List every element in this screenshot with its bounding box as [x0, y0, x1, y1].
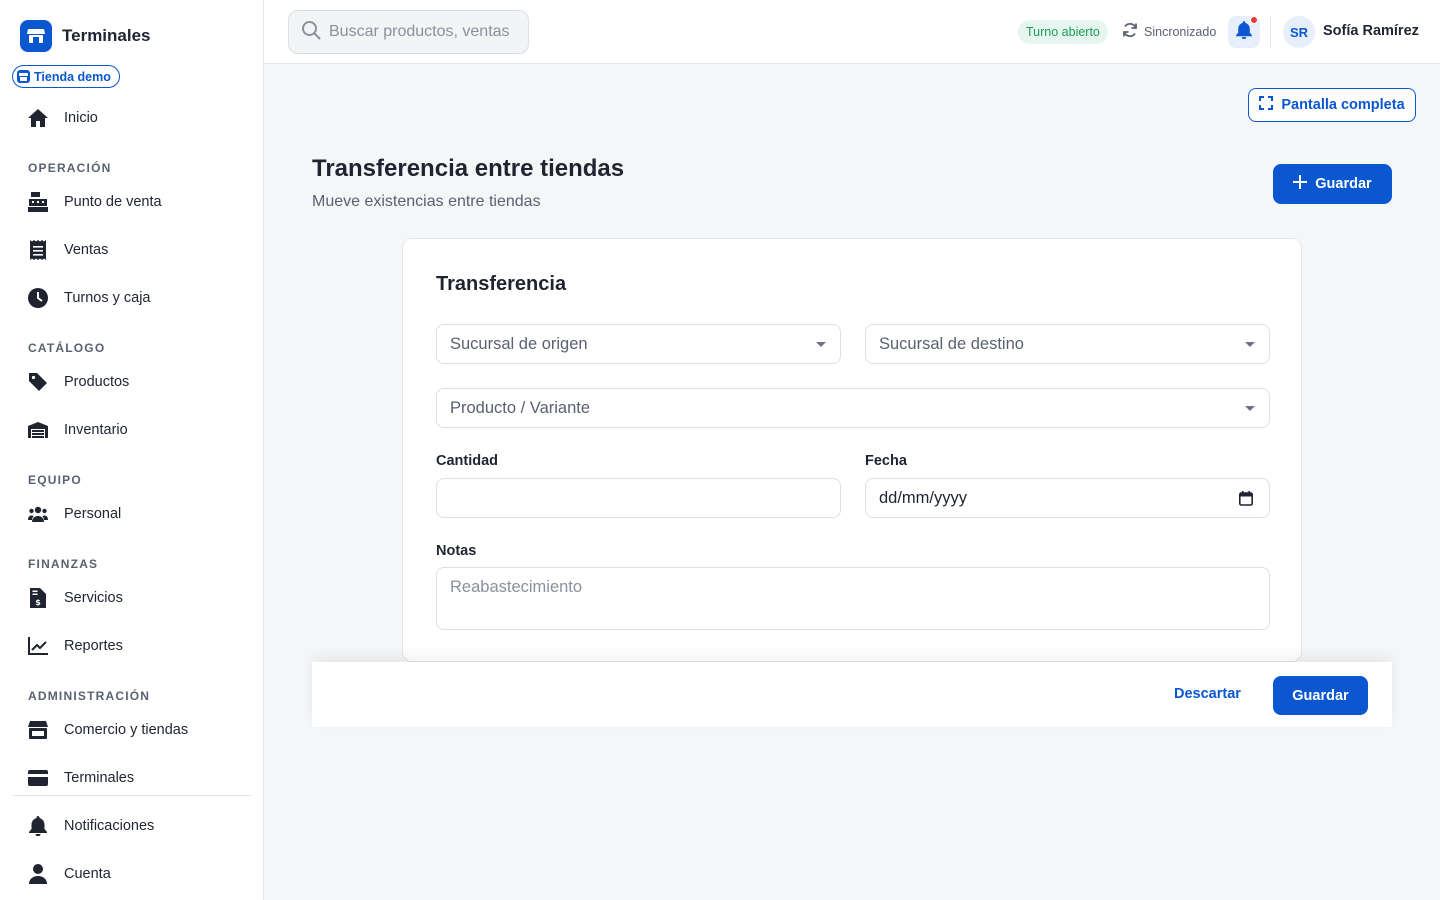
sidebar-item-turnos-y-caja[interactable]: Turnos y caja	[28, 286, 151, 310]
notifications-button[interactable]	[1228, 16, 1260, 48]
save-button[interactable]: Guardar	[1273, 164, 1392, 204]
bell-icon	[28, 816, 48, 836]
fullscreen-label: Pantalla completa	[1281, 97, 1405, 113]
quantity-input[interactable]	[436, 478, 841, 518]
plus-icon	[1293, 175, 1308, 193]
sidebar-section-title: FINANZAS	[28, 557, 99, 571]
sidebar-item-servicios[interactable]: $ Servicios	[28, 586, 123, 610]
refresh-icon	[1122, 22, 1138, 41]
store-badge-label: Tienda demo	[34, 69, 111, 84]
sidebar-item-label: Turnos y caja	[64, 290, 151, 306]
notes-label: Notas	[436, 543, 477, 559]
product-variant-placeholder: Producto / Variante	[450, 398, 591, 417]
svg-text:$: $	[35, 598, 41, 607]
page-subtitle: Mueve existencias entre tiendas	[312, 193, 541, 210]
discard-button[interactable]: Descartar	[1174, 686, 1241, 702]
users-icon	[28, 504, 48, 524]
sidebar-item-label: Notificaciones	[64, 818, 155, 834]
invoice-dollar-icon: $	[28, 588, 48, 608]
clock-icon	[28, 288, 48, 308]
warehouse-icon	[28, 420, 48, 440]
receipt-icon	[28, 240, 48, 260]
sidebar-item-productos[interactable]: Productos	[28, 370, 129, 394]
store-icon	[17, 70, 30, 83]
sidebar: Terminales Tienda demo Inicio OPERACIÓN …	[0, 0, 264, 900]
user-icon	[28, 864, 48, 884]
sidebar-section-title: EQUIPO	[28, 473, 82, 487]
sidebar-item-cuenta[interactable]: Cuenta	[28, 862, 111, 886]
sidebar-item-terminales[interactable]: Terminales	[28, 766, 134, 790]
credit-card-icon	[28, 768, 48, 788]
product-variant-select[interactable]: Producto / Variante	[436, 388, 1270, 428]
caret-down-icon	[1245, 342, 1255, 347]
notification-dot	[1250, 16, 1258, 24]
sidebar-item-label: Terminales	[64, 770, 135, 786]
home-icon	[28, 108, 48, 128]
destination-branch-select[interactable]: Sucursal de destino	[865, 324, 1270, 364]
brand[interactable]: Terminales	[20, 20, 151, 52]
search-icon	[301, 20, 321, 45]
sidebar-item-reportes[interactable]: Reportes	[28, 634, 123, 658]
topbar: Turno abierto Sincronizado SR Sofía Ramí…	[264, 0, 1440, 64]
sidebar-divider	[13, 795, 251, 796]
sidebar-item-label: Inventario	[64, 422, 128, 438]
sidebar-item-inventario[interactable]: Inventario	[28, 418, 128, 442]
sidebar-section-title: ADMINISTRACIÓN	[28, 689, 151, 703]
sidebar-item-notificaciones[interactable]: Notificaciones	[28, 814, 154, 838]
notes-textarea[interactable]: Reabastecimiento	[436, 567, 1270, 630]
sidebar-item-label: Reportes	[64, 638, 123, 654]
destination-branch-placeholder: Sucursal de destino	[879, 334, 1024, 353]
tag-icon	[28, 372, 48, 392]
origin-branch-select[interactable]: Sucursal de origen	[436, 324, 841, 364]
sidebar-item-ventas[interactable]: Ventas	[28, 238, 108, 262]
calendar-icon[interactable]	[1239, 491, 1253, 511]
topbar-divider	[1270, 16, 1271, 48]
save-bottom-button[interactable]: Guardar	[1273, 676, 1368, 715]
cash-register-icon	[28, 192, 48, 212]
quantity-label: Cantidad	[436, 453, 499, 469]
expand-icon	[1259, 96, 1274, 114]
form-action-bar: Descartar Guardar	[312, 662, 1392, 727]
origin-branch-placeholder: Sucursal de origen	[450, 334, 588, 353]
sidebar-item-punto-de-venta[interactable]: Punto de venta	[28, 190, 162, 214]
sidebar-item-label: Ventas	[64, 242, 109, 258]
sync-status-label: Sincronizado	[1144, 24, 1217, 39]
sidebar-item-label: Productos	[64, 374, 130, 390]
line-chart-icon	[28, 636, 48, 656]
sidebar-item-label: Personal	[64, 506, 122, 522]
save-button-label: Guardar	[1315, 176, 1372, 192]
sidebar-section-title: OPERACIÓN	[28, 161, 112, 175]
sidebar-section-title: CATÁLOGO	[28, 341, 106, 355]
avatar[interactable]: SR	[1283, 16, 1315, 48]
date-input-value: dd/mm/yyyy	[879, 488, 968, 507]
date-input[interactable]: dd/mm/yyyy	[865, 478, 1270, 518]
card-title: Transferencia	[436, 273, 567, 295]
sidebar-item-comercio-y-tiendas[interactable]: Comercio y tiendas	[28, 718, 188, 742]
sync-status: Sincronizado	[1122, 22, 1216, 41]
caret-down-icon	[1245, 406, 1255, 411]
page-title: Transferencia entre tiendas	[312, 155, 625, 182]
transfer-form-card: Transferencia Sucursal de origen Sucursa…	[402, 238, 1302, 662]
sidebar-item-inicio[interactable]: Inicio	[28, 106, 98, 130]
search-input[interactable]	[329, 23, 519, 41]
shift-status-badge: Turno abierto	[1018, 20, 1108, 44]
store-logo-icon	[20, 20, 52, 52]
sidebar-item-label: Comercio y tiendas	[64, 722, 189, 738]
user-name[interactable]: Sofía Ramírez	[1323, 23, 1419, 39]
bell-icon	[1236, 20, 1252, 44]
caret-down-icon	[816, 342, 826, 347]
sidebar-item-label: Cuenta	[64, 866, 111, 882]
sidebar-item-label: Inicio	[64, 110, 98, 126]
fullscreen-button[interactable]: Pantalla completa	[1248, 88, 1416, 122]
store-icon	[28, 720, 48, 740]
sidebar-item-label: Punto de venta	[64, 194, 162, 210]
date-label: Fecha	[865, 453, 907, 469]
app-name: Terminales	[62, 26, 151, 45]
store-selector-badge[interactable]: Tienda demo	[12, 65, 120, 88]
sidebar-item-label: Servicios	[64, 590, 123, 606]
sidebar-item-personal[interactable]: Personal	[28, 502, 121, 526]
search-box[interactable]	[288, 10, 529, 54]
